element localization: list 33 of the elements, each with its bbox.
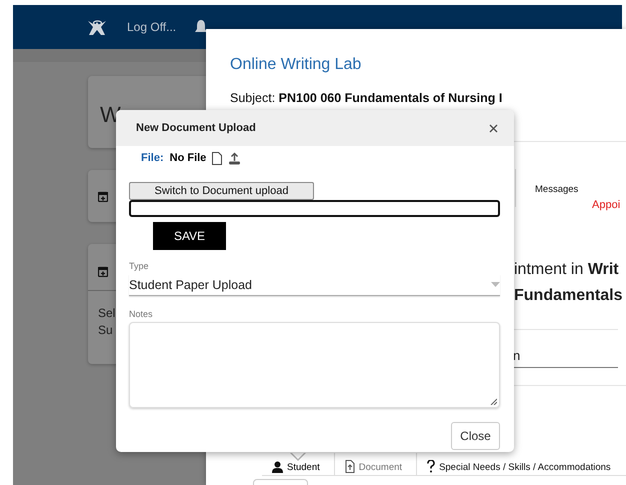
switch-upload-button[interactable]: Switch to Document upload: [129, 182, 314, 200]
notes-label: Notes: [129, 309, 153, 319]
question-icon: [427, 460, 436, 473]
file-label: File:: [141, 152, 164, 164]
card-text: Sel: [98, 305, 116, 322]
file-name: No File: [170, 152, 206, 164]
window-title: Online Writing Lab: [230, 56, 362, 74]
close-icon[interactable]: [489, 124, 498, 132]
resize-handle-icon[interactable]: [490, 398, 497, 405]
document-icon[interactable]: [212, 152, 222, 164]
person-icon: [272, 461, 283, 473]
dialog-title: New Document Upload: [136, 122, 256, 134]
bell-icon[interactable]: [194, 19, 208, 35]
type-dropdown[interactable]: Student Paper Upload: [129, 274, 500, 296]
card-text: Su: [98, 322, 113, 339]
tab[interactable]: Special Needs / Skills / Accommodations: [416, 453, 625, 475]
tab[interactable]: Document: [334, 453, 416, 475]
logo-icon: [86, 18, 109, 36]
document-upload-icon: [344, 460, 355, 473]
appointment-heading: intment in Writ: [514, 261, 619, 279]
input-field[interactable]: [129, 200, 500, 217]
appointment-heading: Fundamentals: [514, 287, 622, 305]
upload-icon[interactable]: [228, 152, 242, 164]
tab[interactable]: Student: [262, 453, 334, 475]
log-off-link[interactable]: Log Off...: [127, 20, 176, 34]
save-button[interactable]: SAVE: [153, 222, 226, 250]
notes-field[interactable]: [129, 322, 500, 408]
type-label: Type: [129, 261, 149, 271]
close-button[interactable]: Close: [451, 422, 500, 450]
calendar-icon: [98, 266, 108, 277]
dropdown-caret-icon: [491, 282, 500, 287]
subject-text: Subject: PN100 060 Fundamentals of Nursing I: [230, 91, 502, 105]
calendar-icon: [98, 190, 108, 202]
